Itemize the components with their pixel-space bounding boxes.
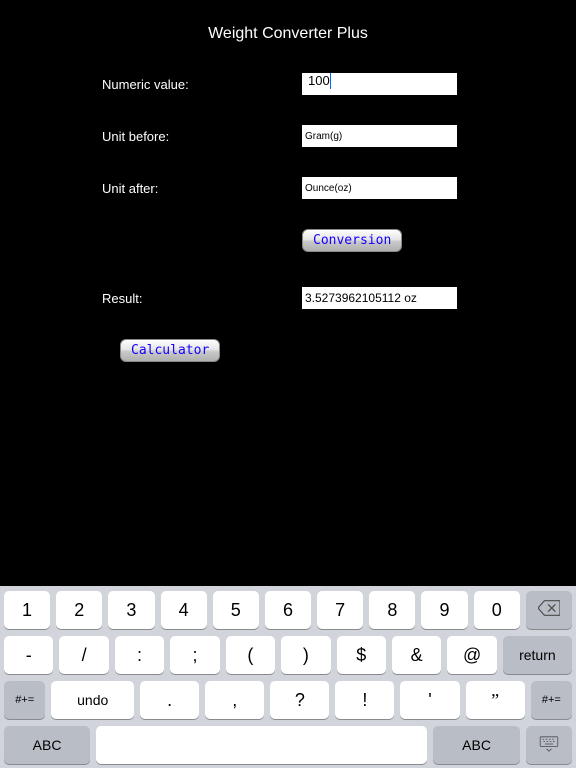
text-cursor	[330, 73, 331, 89]
backspace-icon	[538, 600, 560, 621]
numeric-value-label: Numeric value:	[102, 77, 302, 92]
key-dollar[interactable]: $	[337, 636, 386, 674]
unit-before-label: Unit before:	[102, 129, 302, 144]
key-colon[interactable]: :	[115, 636, 164, 674]
calculator-button[interactable]: Calculator	[120, 339, 220, 362]
key-return[interactable]: return	[503, 636, 572, 674]
key-question[interactable]: ?	[270, 681, 329, 719]
key-backspace[interactable]	[526, 591, 572, 629]
key-ampersand[interactable]: &	[392, 636, 441, 674]
key-4[interactable]: 4	[161, 591, 207, 629]
key-exclaim[interactable]: !	[335, 681, 394, 719]
result-value: 3.5273962105112 oz	[305, 291, 417, 305]
key-1[interactable]: 1	[4, 591, 50, 629]
key-apostrophe[interactable]: '	[400, 681, 459, 719]
key-doublequote[interactable]: ”	[466, 681, 525, 719]
unit-before-select[interactable]: Gram(g)	[302, 125, 457, 147]
key-abc-right[interactable]: ABC	[433, 726, 519, 764]
key-6[interactable]: 6	[265, 591, 311, 629]
key-close-paren[interactable]: )	[281, 636, 330, 674]
unit-before-value: Gram(g)	[305, 131, 342, 142]
key-comma[interactable]: ,	[205, 681, 264, 719]
key-semicolon[interactable]: ;	[170, 636, 219, 674]
key-7[interactable]: 7	[317, 591, 363, 629]
unit-after-select[interactable]: Ounce(oz)	[302, 177, 457, 199]
key-0[interactable]: 0	[474, 591, 520, 629]
key-symbols-left[interactable]: #+=	[4, 681, 45, 719]
key-dash[interactable]: -	[4, 636, 53, 674]
unit-after-label: Unit after:	[102, 181, 302, 196]
app-title: Weight Converter Plus	[0, 25, 576, 43]
key-5[interactable]: 5	[213, 591, 259, 629]
key-slash[interactable]: /	[59, 636, 108, 674]
hide-keyboard-icon	[538, 736, 560, 755]
key-2[interactable]: 2	[56, 591, 102, 629]
key-3[interactable]: 3	[108, 591, 154, 629]
result-output: 3.5273962105112 oz	[302, 287, 457, 309]
numeric-value-text: 100	[308, 73, 330, 88]
key-period[interactable]: .	[140, 681, 199, 719]
key-at[interactable]: @	[447, 636, 496, 674]
key-undo[interactable]: undo	[51, 681, 134, 719]
on-screen-keyboard: 1 2 3 4 5 6 7 8 9 0 - / : ; ( ) $ & @ re…	[0, 586, 576, 768]
conversion-button[interactable]: Conversion	[302, 229, 402, 252]
key-symbols-right[interactable]: #+=	[531, 681, 572, 719]
key-space[interactable]	[96, 726, 427, 764]
unit-after-value: Ounce(oz)	[305, 183, 352, 194]
result-label: Result:	[102, 291, 302, 306]
key-8[interactable]: 8	[369, 591, 415, 629]
key-hide-keyboard[interactable]	[526, 726, 572, 764]
numeric-value-input[interactable]: 100	[302, 73, 457, 95]
key-9[interactable]: 9	[421, 591, 467, 629]
key-abc-left[interactable]: ABC	[4, 726, 90, 764]
key-open-paren[interactable]: (	[226, 636, 275, 674]
